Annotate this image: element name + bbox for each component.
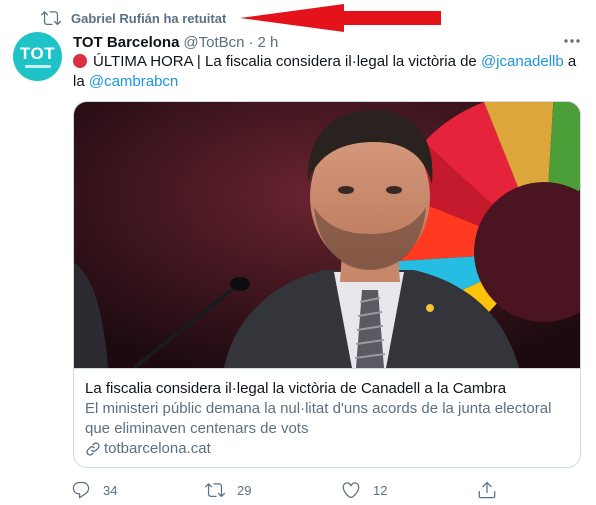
- photo-illustration: [74, 102, 580, 368]
- share-button[interactable]: [477, 478, 497, 502]
- tweet-header: TOT Barcelona @TotBcn · 2 h: [73, 32, 278, 52]
- card-photo[interactable]: [74, 102, 580, 368]
- annotation-arrow: [240, 4, 441, 32]
- card-domain[interactable]: totbarcelona.cat: [85, 439, 569, 459]
- tweet-actions: 34 29 12: [0, 478, 596, 502]
- card-domain-label[interactable]: totbarcelona.cat: [104, 439, 211, 459]
- link-icon: [86, 442, 100, 456]
- like-count: 12: [373, 482, 388, 498]
- tweet-text: ÚLTIMA HORA | La fiscalia considera il·l…: [73, 52, 583, 92]
- display-name[interactable]: TOT Barcelona: [73, 34, 179, 51]
- card-title[interactable]: La fiscalia considera il·legal la victòr…: [85, 379, 569, 399]
- link-card[interactable]: La fiscalia considera il·legal la victòr…: [73, 101, 581, 468]
- share-icon: [478, 481, 496, 499]
- reply-count: 34: [103, 482, 118, 498]
- red-circle-icon: [73, 54, 87, 68]
- more-icon[interactable]: [562, 33, 582, 49]
- card-description: El ministeri públic demana la nul·litat …: [85, 400, 552, 437]
- avatar[interactable]: TOT: [13, 32, 62, 81]
- tweet-text-prefix: ÚLTIMA HORA | La fiscalia considera il·l…: [93, 53, 481, 70]
- tweet-timestamp[interactable]: 2 h: [258, 34, 279, 51]
- reply-icon: [72, 481, 90, 499]
- retweet-count: 29: [237, 482, 252, 498]
- reply-button[interactable]: 34: [71, 478, 117, 502]
- mention-link[interactable]: @cambrabcn: [89, 73, 178, 90]
- retweet-icon: [41, 11, 61, 26]
- header-separator: ·: [248, 33, 254, 51]
- card-text[interactable]: La fiscalia considera il·legal la victòr…: [74, 368, 580, 459]
- like-button[interactable]: 12: [341, 478, 387, 502]
- retweet-banner-label[interactable]: Gabriel Rufián ha retuitat: [71, 11, 226, 26]
- heart-icon: [342, 482, 360, 499]
- avatar-logo-text: TOT: [19, 44, 56, 63]
- retweet-icon: [205, 483, 225, 498]
- retweet-button[interactable]: 29: [205, 478, 251, 502]
- avatar-logo-underline: [24, 65, 51, 68]
- retweet-banner[interactable]: Gabriel Rufián ha retuitat: [41, 8, 226, 28]
- user-handle[interactable]: @TotBcn: [183, 34, 244, 51]
- mention-link[interactable]: @jcanadellb: [481, 53, 564, 70]
